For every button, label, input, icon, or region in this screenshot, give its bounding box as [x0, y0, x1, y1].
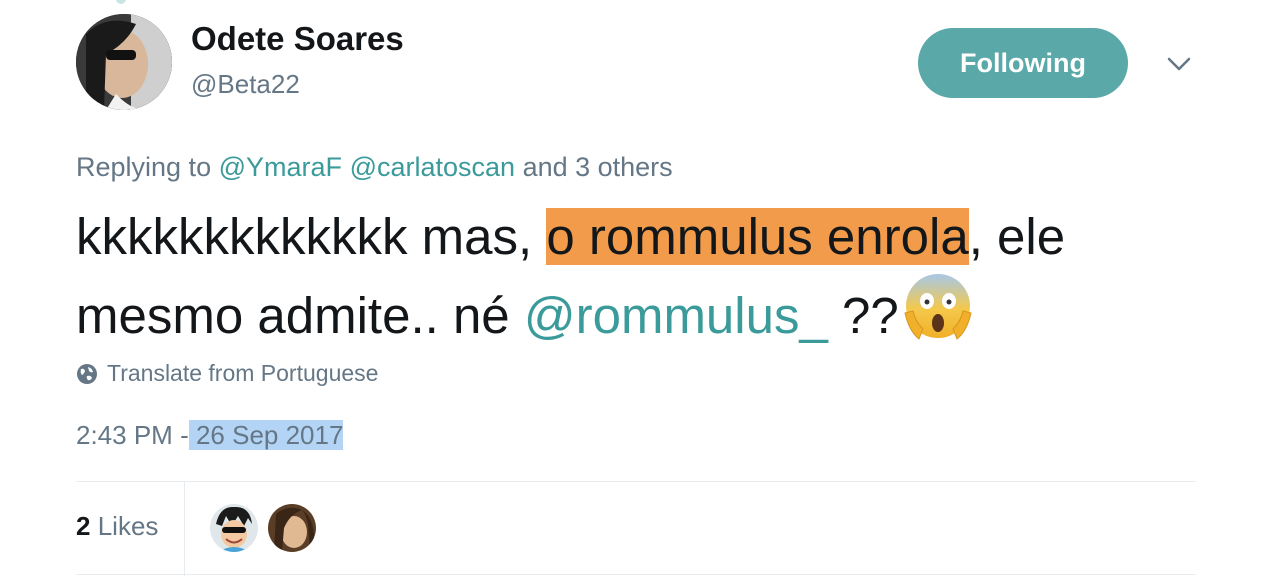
- tweet-date-text: 26 Sep 2017: [195, 420, 344, 450]
- globe-icon: [77, 363, 97, 384]
- translate-label[interactable]: Translate from Portuguese: [107, 360, 378, 387]
- likes-label: Likes: [97, 511, 159, 541]
- translate-link[interactable]: Translate from Portuguese: [76, 360, 378, 387]
- tweet-text-part: ??: [827, 287, 899, 344]
- tweet-date: 26 Sep 2017: [188, 420, 344, 450]
- tweet-text: kkkkkkkkkkkkk mas, o rommulus enrola, el…: [76, 202, 1196, 358]
- timestamp-separator: -: [180, 420, 189, 450]
- mention-link[interactable]: @YmaraF: [219, 152, 342, 182]
- liker-avatar-1[interactable]: [210, 504, 258, 552]
- divider-top: [76, 481, 1196, 482]
- highlighted-text: o rommulus enrola: [546, 208, 969, 265]
- thread-connector-dot: [116, 0, 126, 4]
- liker-avatar-2[interactable]: [268, 504, 316, 552]
- replying-to-line: Replying to @YmaraF @carlatoscan and 3 o…: [76, 152, 673, 183]
- following-button[interactable]: Following: [918, 28, 1128, 98]
- mention-link[interactable]: @carlatoscan: [350, 152, 515, 182]
- replying-prefix: Replying to: [76, 152, 212, 182]
- chevron-down-icon[interactable]: [1164, 50, 1194, 80]
- likes-count[interactable]: 2 Likes: [76, 511, 158, 542]
- tweet-text-part: kkkkkkkkkkkkk mas,: [76, 208, 547, 265]
- author-avatar[interactable]: [76, 14, 172, 110]
- likes-number: 2: [76, 511, 91, 541]
- divider-bottom: [76, 574, 1196, 575]
- mention-link[interactable]: @rommulus_: [524, 287, 828, 344]
- tweet-timestamp: 2:43 PM - 26 Sep 2017: [76, 420, 344, 451]
- author-handle[interactable]: @Beta22: [191, 69, 300, 100]
- tweet-time: 2:43 PM: [76, 420, 173, 450]
- face-screaming-in-fear-icon: [903, 271, 973, 358]
- author-display-name[interactable]: Odete Soares: [191, 20, 404, 58]
- replying-others[interactable]: and 3 others: [523, 152, 673, 182]
- stats-divider: [184, 482, 185, 576]
